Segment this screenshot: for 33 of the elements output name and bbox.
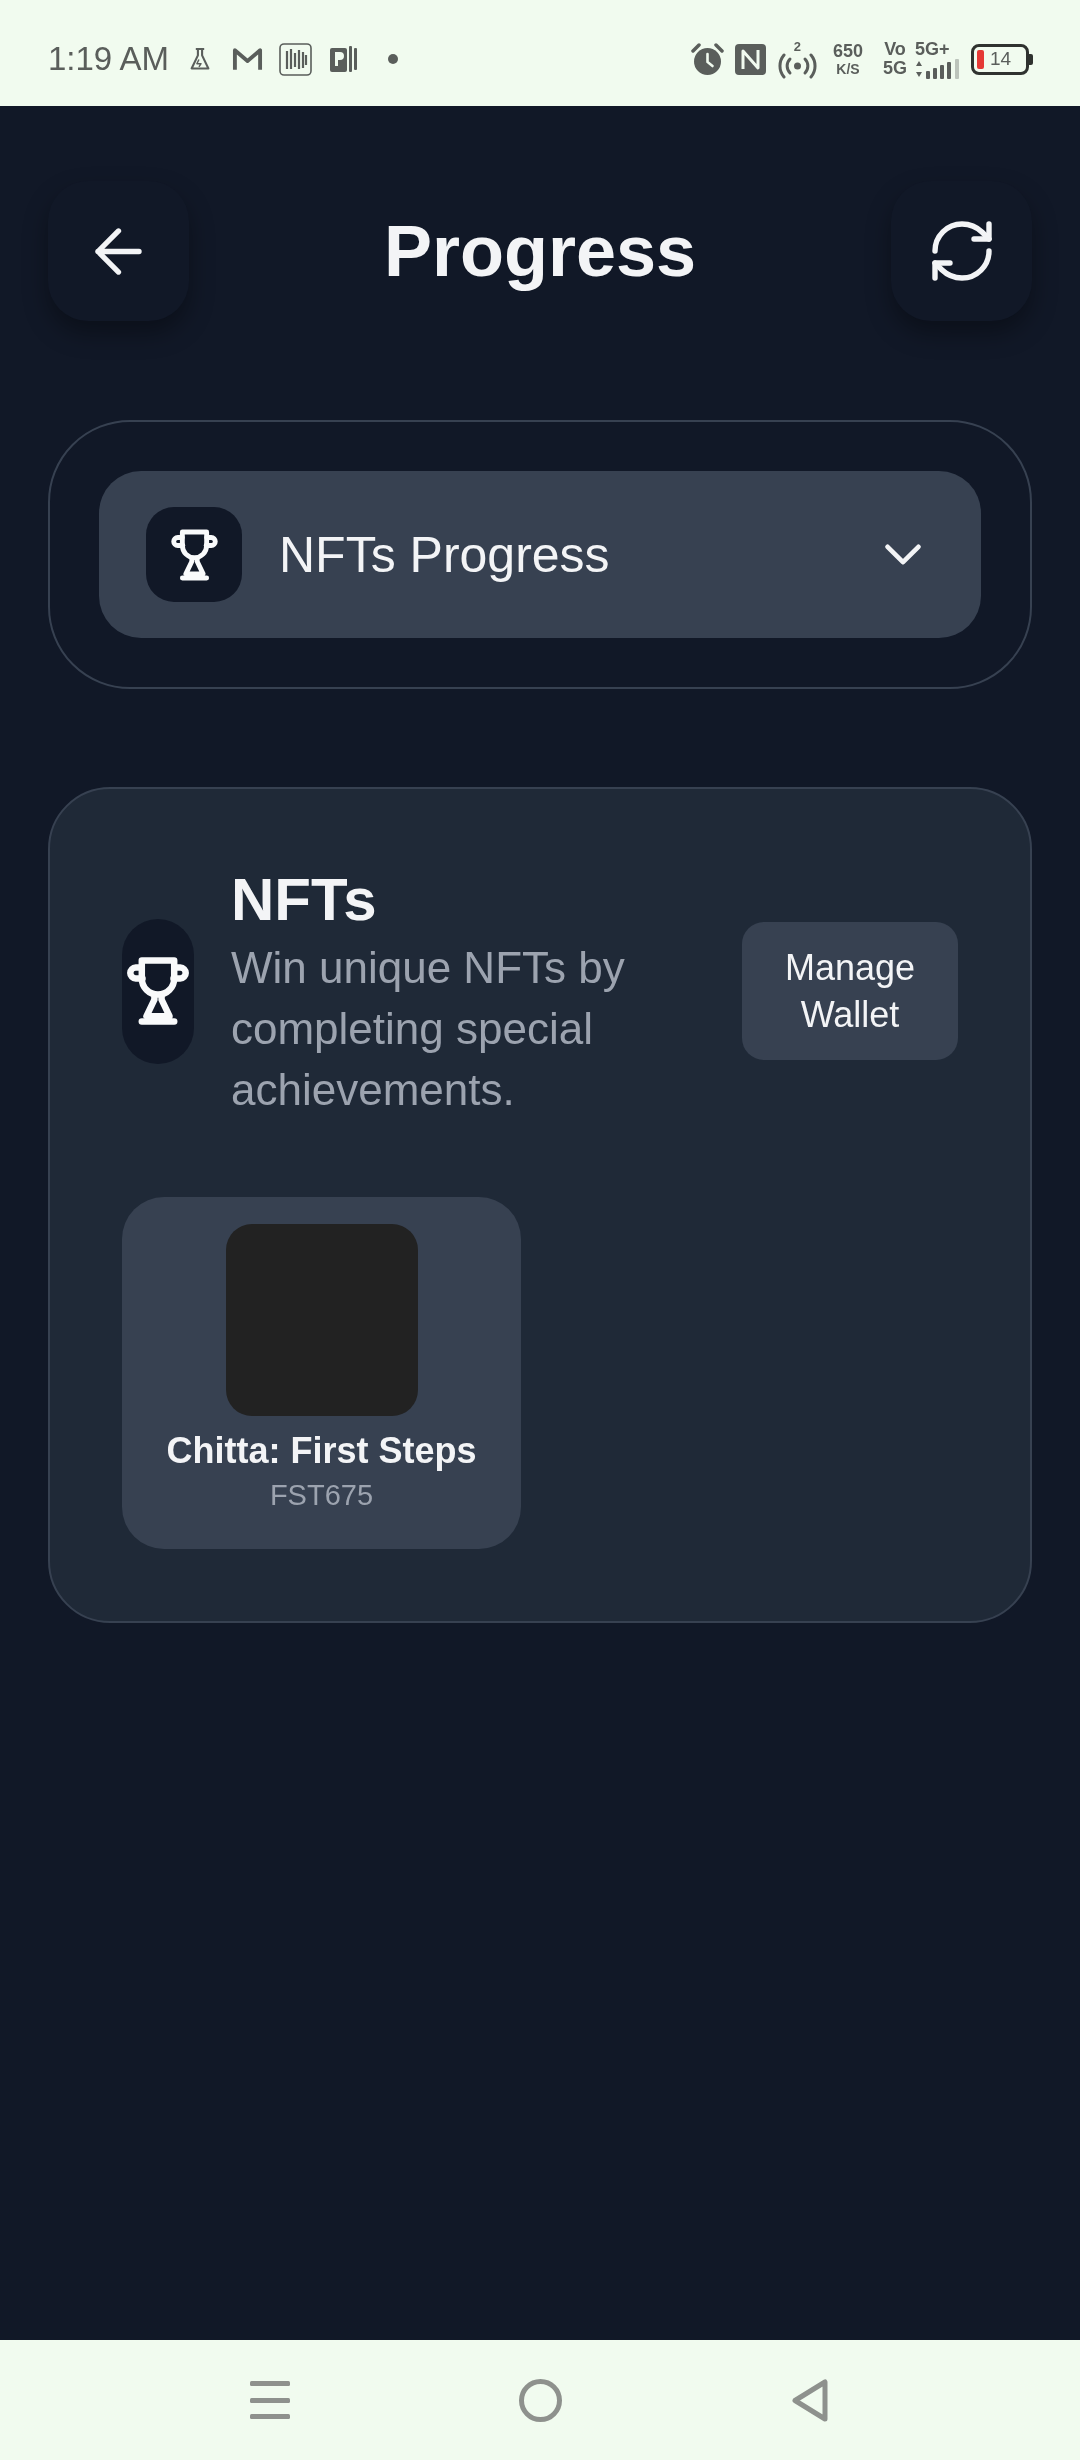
- manage-wallet-button[interactable]: Manage Wallet: [742, 922, 958, 1060]
- arrow-left-icon: [95, 227, 142, 275]
- m-logo-icon: [232, 46, 264, 72]
- network-type: 5G+: [915, 39, 950, 59]
- nft-code: FST675: [269, 1478, 374, 1513]
- p-logo-icon: [330, 46, 358, 72]
- status-time: 1:19 AM: [48, 39, 170, 79]
- alarm-clock-icon: [690, 42, 724, 76]
- refresh-button[interactable]: [891, 181, 1032, 321]
- menu-icon[interactable]: [250, 2380, 290, 2420]
- volte-label: 5G: [883, 59, 907, 78]
- volte-label: Vo: [884, 40, 906, 59]
- battery-percent: 14: [990, 49, 1012, 69]
- dot-icon: [388, 54, 399, 64]
- nft-card[interactable]: Chitta: First Steps FST675: [122, 1197, 521, 1549]
- circle-icon[interactable]: [518, 2378, 562, 2422]
- hotspot-icon: [776, 52, 818, 79]
- network-speed: 650: [832, 41, 863, 61]
- chart-icon: [279, 42, 313, 76]
- section-description: Win unique NFTs by completing special achievements.: [231, 942, 626, 1116]
- trophy-icon: [146, 507, 242, 602]
- hotspot-count: 2: [793, 39, 802, 53]
- page-title: Progress: [383, 210, 697, 293]
- refresh-icon: [931, 221, 992, 281]
- battery-fill: [977, 49, 984, 69]
- network-speed-unit: K/S: [836, 60, 860, 77]
- nft-name: Chitta: First Steps: [166, 1430, 477, 1472]
- back-button[interactable]: [48, 181, 189, 321]
- flask-icon: [190, 48, 211, 70]
- triangle-icon[interactable]: [792, 2378, 828, 2422]
- section-title: NFTs: [231, 865, 378, 935]
- category-dropdown[interactable]: NFTs Progress: [99, 471, 981, 638]
- nfc-icon: [734, 43, 766, 75]
